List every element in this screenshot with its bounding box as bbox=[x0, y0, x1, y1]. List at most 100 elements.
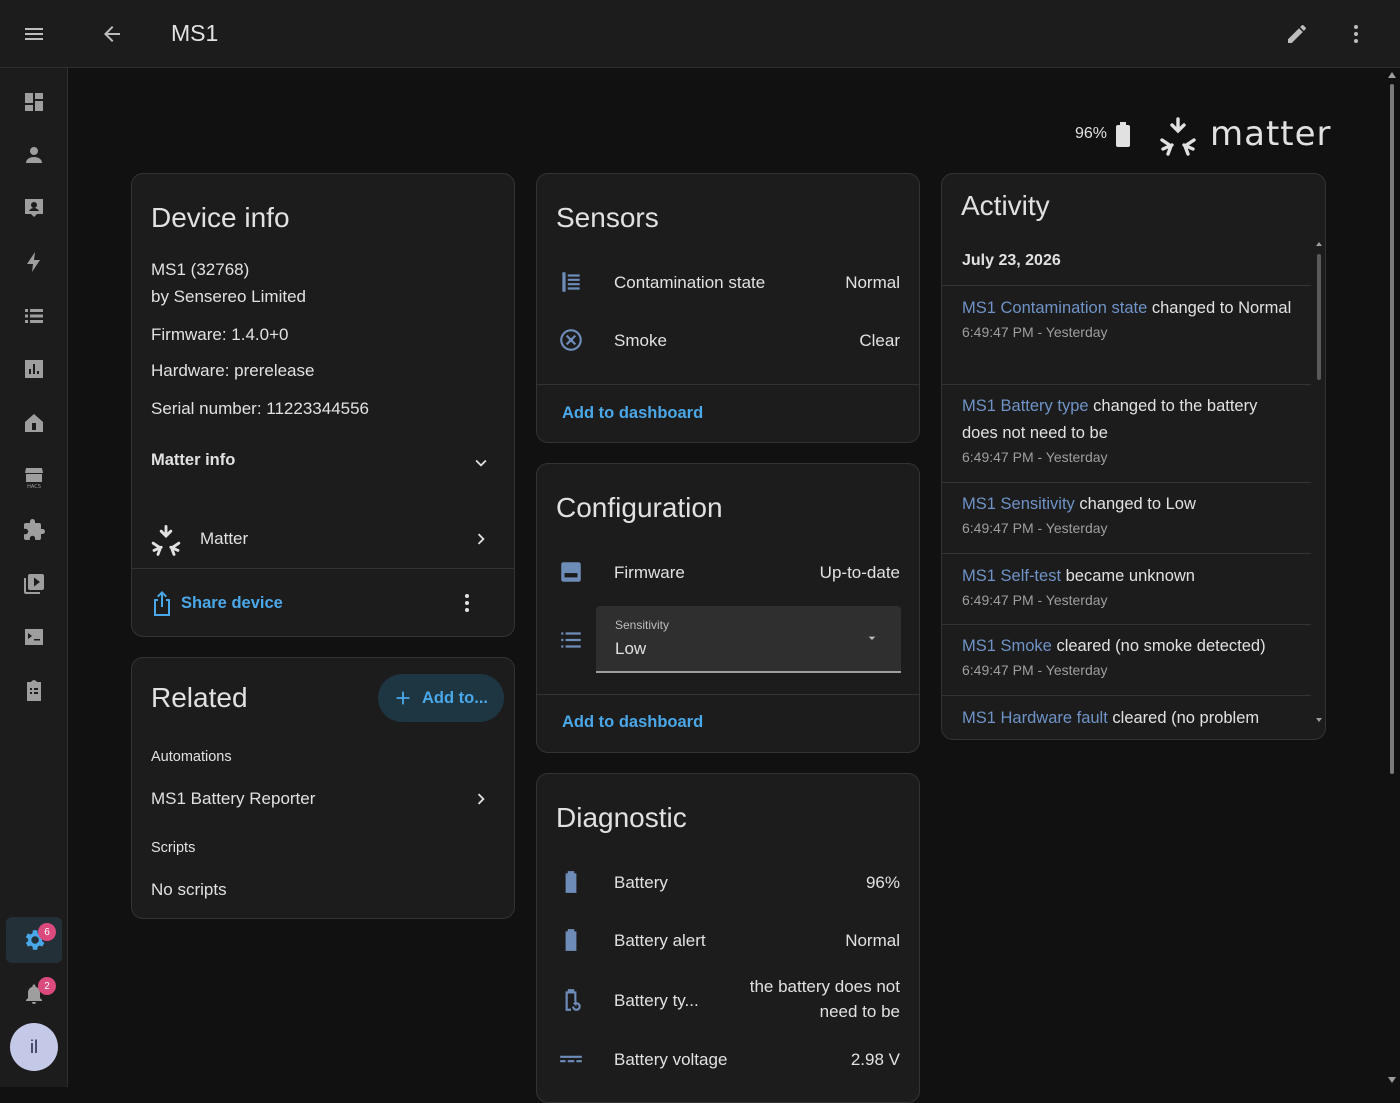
battery-value: 96% bbox=[865, 873, 900, 892]
activity-time: 6:49:47 PM - Yesterday bbox=[962, 449, 1108, 465]
related-card: Related Add to... Automations MS1 Batter… bbox=[131, 657, 515, 919]
device-hardware: Hardware: prerelease bbox=[151, 361, 315, 380]
top-app-bar: MS1 bbox=[0, 0, 1400, 68]
add-to-label: Add to... bbox=[422, 688, 488, 707]
history-chart-icon[interactable] bbox=[14, 349, 54, 389]
media-icon[interactable] bbox=[14, 564, 54, 604]
sensitivity-select[interactable]: Sensitivity Low bbox=[596, 606, 901, 673]
notifications-badge: 2 bbox=[38, 977, 56, 995]
activity-text: changed to Low bbox=[1074, 495, 1196, 513]
battery-voltage-label[interactable]: Battery voltage bbox=[614, 1050, 727, 1070]
chevron-right-icon[interactable] bbox=[470, 528, 492, 555]
integration-matter-link[interactable]: Matter bbox=[200, 529, 248, 549]
scripts-header: Scripts bbox=[151, 840, 196, 856]
battery-sync-icon bbox=[557, 986, 585, 1014]
battery-icon bbox=[1115, 122, 1131, 153]
divider bbox=[942, 553, 1311, 554]
device-manufacturer: by Sensereo Limited bbox=[151, 287, 306, 306]
matter-info-toggle[interactable]: Matter info bbox=[151, 451, 235, 470]
battery-label[interactable]: Battery bbox=[614, 873, 668, 893]
home-energy-icon[interactable] bbox=[14, 403, 54, 443]
divider bbox=[942, 695, 1311, 696]
matter-integration-icon bbox=[150, 524, 182, 561]
list-icon bbox=[557, 626, 585, 654]
terminal-icon[interactable] bbox=[14, 617, 54, 657]
menu-icon[interactable] bbox=[14, 14, 54, 54]
activity-entity-link[interactable]: MS1 Hardware fault bbox=[962, 709, 1108, 727]
configuration-card: Configuration Firmware Up-to-date Sensit… bbox=[536, 463, 920, 753]
automations-header: Automations bbox=[151, 749, 232, 765]
svg-text:HACS: HACS bbox=[27, 484, 41, 489]
device-info-card: Device info MS1 (32768) by Sensereo Limi… bbox=[131, 173, 515, 637]
person-card-icon[interactable] bbox=[14, 188, 54, 228]
clipboard-icon[interactable] bbox=[14, 671, 54, 711]
dashboard-icon[interactable] bbox=[14, 82, 54, 122]
list-icon[interactable] bbox=[14, 296, 54, 336]
puzzle-icon[interactable] bbox=[14, 510, 54, 550]
battery-alert-label[interactable]: Battery alert bbox=[614, 931, 706, 951]
activity-title: Activity bbox=[961, 190, 1050, 221]
more-vert-icon[interactable] bbox=[455, 591, 479, 620]
back-arrow-icon[interactable] bbox=[92, 14, 132, 54]
page-scrollbar[interactable] bbox=[1386, 70, 1398, 1085]
battery-icon bbox=[557, 868, 585, 896]
sensors-title: Sensors bbox=[556, 202, 659, 233]
device-firmware: Firmware: 1.4.0+0 bbox=[151, 325, 289, 344]
automation-item[interactable]: MS1 Battery Reporter bbox=[151, 789, 315, 809]
divider bbox=[537, 384, 919, 385]
activity-text: changed to Normal bbox=[1147, 299, 1292, 317]
activity-entry: MS1 Contamination state changed to Norma… bbox=[962, 295, 1292, 342]
activity-entity-link[interactable]: MS1 Contamination state bbox=[962, 299, 1147, 317]
add-to-dashboard-button[interactable]: Add to dashboard bbox=[562, 713, 703, 732]
activity-entity-link[interactable]: MS1 Sensitivity bbox=[962, 495, 1075, 513]
divider bbox=[942, 482, 1311, 483]
add-to-dashboard-button[interactable]: Add to dashboard bbox=[562, 404, 703, 423]
smoke-value: Clear bbox=[859, 331, 900, 350]
share-device-button[interactable]: Share device bbox=[181, 594, 283, 613]
activity-time: 6:49:47 PM - Yesterday bbox=[962, 592, 1108, 608]
user-avatar[interactable]: il bbox=[10, 1023, 58, 1071]
firmware-value: Up-to-date bbox=[819, 563, 900, 582]
person-icon[interactable] bbox=[14, 135, 54, 175]
scripts-empty: No scripts bbox=[151, 880, 227, 899]
configuration-title: Configuration bbox=[556, 492, 723, 523]
battery-percentage: 96% bbox=[1075, 125, 1108, 142]
page-title: MS1 bbox=[171, 20, 219, 46]
activity-scrollbar[interactable] bbox=[1316, 240, 1322, 724]
divider bbox=[132, 568, 514, 569]
smoke-detector-icon bbox=[557, 326, 585, 354]
share-icon[interactable] bbox=[150, 589, 174, 622]
activity-entity-link[interactable]: MS1 Smoke bbox=[962, 637, 1052, 655]
activity-text: became unknown bbox=[1061, 567, 1195, 585]
add-to-button[interactable]: Add to... bbox=[378, 674, 504, 722]
diagnostic-title: Diagnostic bbox=[556, 802, 687, 833]
lightning-icon[interactable] bbox=[14, 242, 54, 282]
activity-entry: MS1 Hardware fault cleared (no problem bbox=[962, 705, 1292, 732]
activity-entry: MS1 Smoke cleared (no smoke detected) 6:… bbox=[962, 633, 1292, 680]
battery-voltage-value: 2.98 V bbox=[850, 1050, 900, 1069]
chevron-right-icon[interactable] bbox=[470, 788, 492, 815]
smoke-label[interactable]: Smoke bbox=[614, 331, 667, 351]
more-vert-icon[interactable] bbox=[1336, 14, 1376, 54]
sidebar: HACS 6 2 il bbox=[0, 68, 68, 1087]
firmware-label[interactable]: Firmware bbox=[614, 563, 685, 583]
firmware-icon bbox=[557, 558, 585, 586]
activity-time: 6:49:47 PM - Yesterday bbox=[962, 324, 1108, 340]
hacs-store-icon[interactable]: HACS bbox=[14, 457, 54, 497]
edit-pencil-icon[interactable] bbox=[1277, 14, 1317, 54]
divider bbox=[942, 624, 1311, 625]
divider bbox=[942, 285, 1311, 286]
contamination-value: Normal bbox=[845, 273, 900, 292]
matter-brand-text: matter bbox=[1210, 114, 1332, 154]
activity-entity-link[interactable]: MS1 Battery type bbox=[962, 397, 1089, 415]
chevron-down-icon[interactable] bbox=[470, 452, 492, 479]
battery-type-label[interactable]: Battery ty... bbox=[614, 991, 699, 1011]
settings-badge: 6 bbox=[38, 923, 56, 941]
contamination-label[interactable]: Contamination state bbox=[614, 273, 765, 293]
sensitivity-select-value: Low bbox=[615, 639, 647, 658]
divider bbox=[942, 384, 1311, 385]
activity-entry: MS1 Sensitivity changed to Low 6:49:47 P… bbox=[962, 491, 1292, 538]
battery-alert-value: Normal bbox=[845, 931, 900, 950]
activity-entry: MS1 Battery type changed to the battery … bbox=[962, 393, 1292, 467]
activity-entity-link[interactable]: MS1 Self-test bbox=[962, 567, 1061, 585]
